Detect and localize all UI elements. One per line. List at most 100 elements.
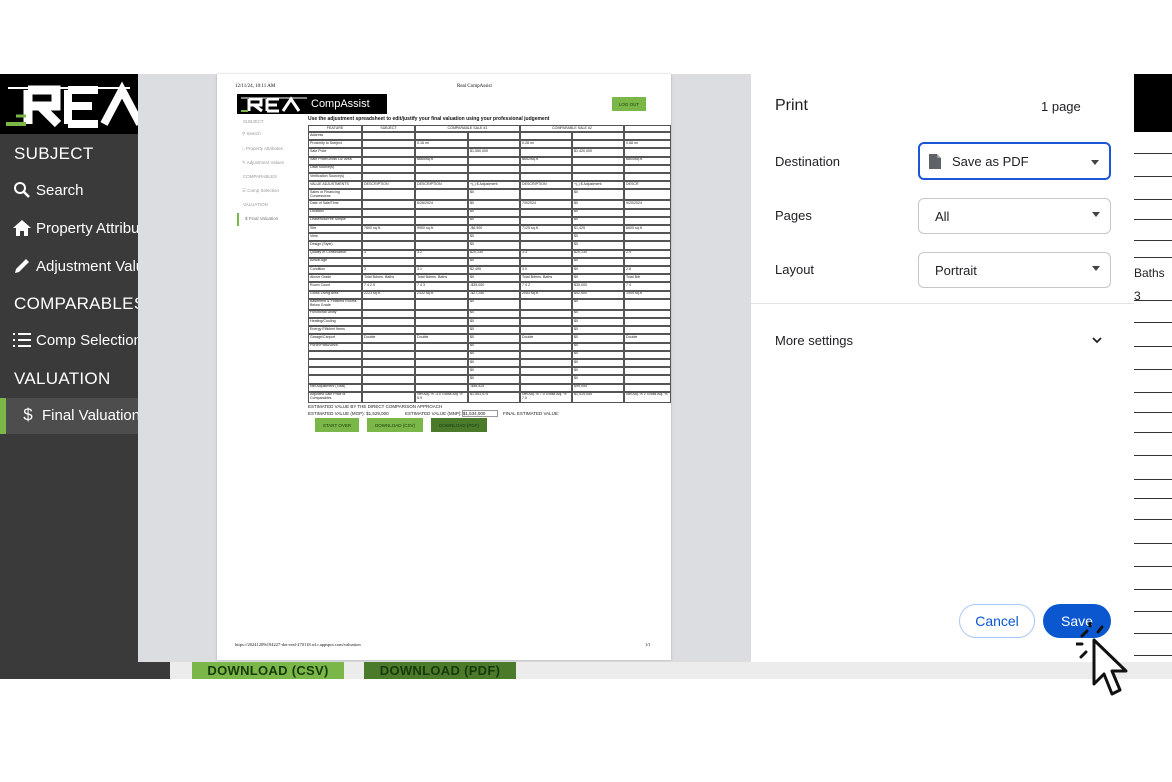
sidebar-head-comparables: COMPARABLES xyxy=(14,294,146,313)
table-cell: $0 xyxy=(468,233,520,242)
app-table-edge-line xyxy=(1134,479,1172,480)
table-cell xyxy=(624,298,671,310)
table-cell xyxy=(415,309,468,318)
table-cell xyxy=(520,342,572,351)
app-table-edge-line xyxy=(1134,498,1172,499)
app-table-edge-line xyxy=(1134,455,1172,456)
table-cell xyxy=(362,342,415,351)
sidebar-head-valuation: VALUATION xyxy=(14,369,111,388)
table-cell xyxy=(624,173,671,182)
preview-estimated-heading: ESTIMATED VALUE BY THE DIRECT COMPARISON… xyxy=(308,404,443,409)
layout-value: Portrait xyxy=(935,262,977,278)
table-cell: $0 xyxy=(468,298,520,310)
app-table-edge-line xyxy=(1134,519,1172,520)
table-cell xyxy=(362,391,415,403)
table-cell xyxy=(520,383,572,392)
search-icon xyxy=(12,181,32,199)
table-cell: 3.0 xyxy=(520,266,572,275)
layout-select[interactable]: Portrait xyxy=(918,252,1111,288)
table-cell xyxy=(468,164,520,173)
table-cell xyxy=(362,200,415,209)
table-cell: $0 xyxy=(572,350,624,359)
table-cell: 7 4 2.5 xyxy=(362,282,415,291)
table-cell xyxy=(572,156,624,165)
more-settings-toggle[interactable]: More settings xyxy=(751,318,1134,362)
table-fragment-three: 3 xyxy=(1134,289,1141,303)
table-cell: $0 xyxy=(572,375,624,384)
table-cell: $0 xyxy=(468,257,520,266)
destination-select[interactable]: Save as PDF xyxy=(918,142,1111,180)
table-cell: $0 xyxy=(572,334,624,343)
sidebar-item-final-valuation-content[interactable]: $ Final Valuation xyxy=(18,405,140,424)
table-cell: $0 xyxy=(468,367,520,376)
table-cell xyxy=(520,367,572,376)
table-cell xyxy=(362,298,415,310)
table-cell xyxy=(362,156,415,165)
app-table-edge-line xyxy=(1134,412,1172,413)
table-cell xyxy=(520,208,572,217)
table-cell xyxy=(624,189,671,201)
table-cell: Adjusted Sale Price of Comparables xyxy=(308,391,362,403)
table-cell xyxy=(308,350,362,359)
table-cell xyxy=(415,189,468,201)
table-cell xyxy=(415,173,468,182)
table-cell: Data Source(s) xyxy=(308,164,362,173)
table-cell: Address xyxy=(308,132,362,141)
table-cell: Total Bdr xyxy=(624,274,671,283)
sidebar-item-search[interactable]: Search xyxy=(12,181,84,199)
table-cell xyxy=(520,164,572,173)
table-cell xyxy=(362,233,415,242)
table-cell xyxy=(520,132,572,141)
table-cell: Functional Utility xyxy=(308,309,362,318)
table-cell xyxy=(415,216,468,225)
table-cell: DESCR xyxy=(624,181,671,190)
app-table-edge-line xyxy=(1134,346,1172,347)
table-cell: 0.68 mi xyxy=(624,140,671,149)
sidebar-item-label: Adjustment Valu xyxy=(36,257,145,275)
table-cell: $0 xyxy=(468,241,520,250)
layout-label: Layout xyxy=(775,262,815,277)
table-cell xyxy=(362,208,415,217)
more-settings-label: More settings xyxy=(775,333,854,348)
table-cell: $35,000 xyxy=(572,282,624,291)
pages-value: All xyxy=(935,208,950,224)
download-pdf-button[interactable]: DOWNLOAD (PDF) xyxy=(364,662,516,679)
table-cell xyxy=(362,375,415,384)
table-cell: $1,425 xyxy=(572,225,624,234)
table-cell: +(-) $ Adjustment xyxy=(468,181,520,190)
table-cell xyxy=(308,367,362,376)
print-preview-page: 12/11/24, 10:11 AM Real CompAssist CompA… xyxy=(217,74,671,660)
table-cell: 2.9 xyxy=(624,249,671,258)
sidebar-item-comp-selection[interactable]: Comp Selection xyxy=(12,331,142,349)
table-cell xyxy=(624,241,671,250)
table-cell xyxy=(572,173,624,182)
preview-nav-adjustment-values: ✎ Adjustment Values xyxy=(242,160,284,165)
table-cell: 9900 sq.ft. xyxy=(415,225,468,234)
preview-final-est: FINAL ESTIMATED VALUE: xyxy=(503,411,560,416)
cancel-button[interactable]: Cancel xyxy=(959,604,1035,638)
table-cell xyxy=(362,164,415,173)
table-cell xyxy=(415,257,468,266)
table-cell: $2,495 xyxy=(468,266,520,275)
table-cell xyxy=(520,173,572,182)
table-cell: $20,130 xyxy=(572,249,624,258)
table-cell xyxy=(468,173,520,182)
table-cell: $665/sq.ft. xyxy=(415,156,468,165)
sidebar-item-property-attributes[interactable]: Property Attribu xyxy=(12,219,139,237)
table-cell: Net Adj. % -3.0 Gross Adj. % 5.9 xyxy=(415,391,468,403)
table-cell xyxy=(362,216,415,225)
table-cell: Leasehold/Fee Simple xyxy=(308,216,362,225)
home-icon xyxy=(12,219,32,237)
table-cell xyxy=(624,148,671,157)
sidebar-item-adjustment-values[interactable]: Adjustment Valu xyxy=(12,257,144,275)
pages-select[interactable]: All xyxy=(918,198,1111,234)
download-csv-button[interactable]: DOWNLOAD (CSV) xyxy=(192,662,344,679)
table-cell: $0 xyxy=(468,334,520,343)
table-cell: $1,519,055 xyxy=(572,391,624,403)
table-cell xyxy=(415,208,468,217)
table-cell xyxy=(624,342,671,351)
table-cell xyxy=(468,156,520,165)
app-table-edge-line xyxy=(1134,176,1172,177)
table-header-cell: FEATURE xyxy=(308,125,362,132)
table-cell: 7 4 xyxy=(624,282,671,291)
